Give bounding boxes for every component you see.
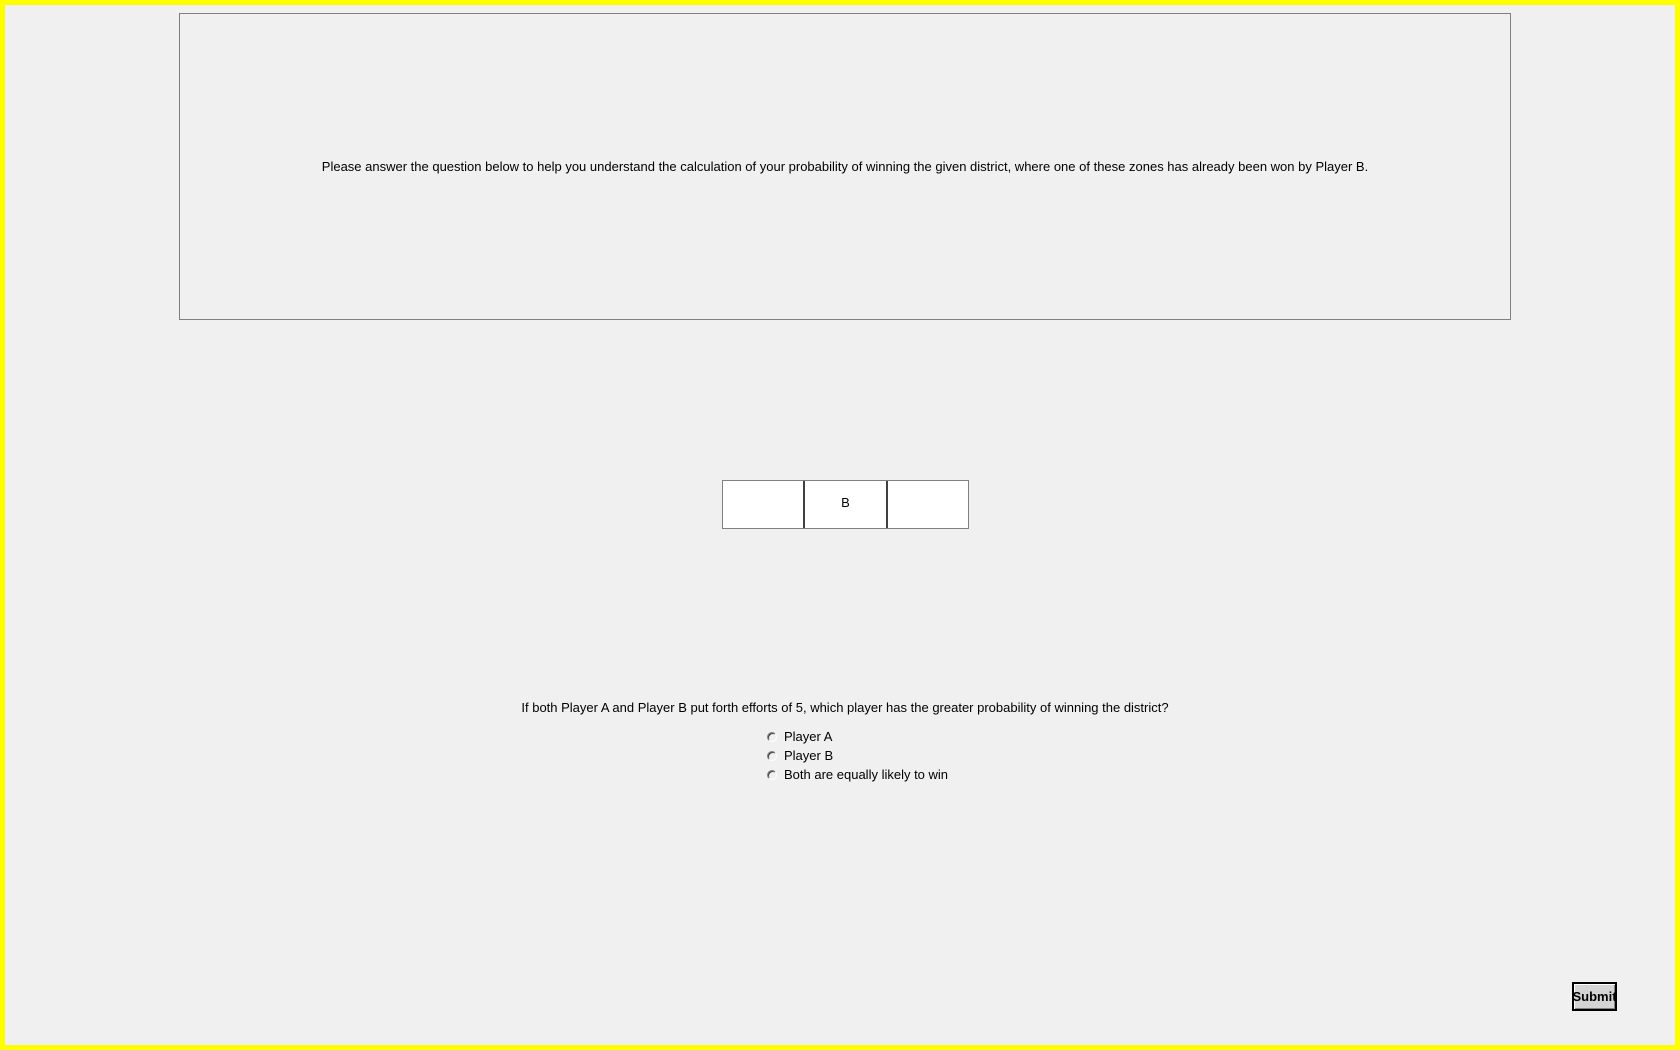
zone-2: B <box>803 481 885 528</box>
option-label: Player B <box>784 748 834 763</box>
question-text: If both Player A and Player B put forth … <box>521 700 1169 715</box>
option-label: Player A <box>784 729 833 744</box>
zone-1 <box>723 481 803 528</box>
option-equal[interactable]: Both are equally likely to win <box>767 765 948 784</box>
app-frame: Please answer the question below to help… <box>0 0 1680 1050</box>
radio-button[interactable] <box>767 769 777 780</box>
district-zones: B <box>722 480 969 529</box>
option-player-a[interactable]: Player A <box>767 727 948 746</box>
submit-button[interactable]: Submit <box>1572 982 1617 1011</box>
radio-button[interactable] <box>767 750 777 761</box>
instruction-panel: Please answer the question below to help… <box>179 13 1511 320</box>
instruction-text: Please answer the question below to help… <box>321 159 1369 174</box>
answer-options: Player A Player B Both are equally likel… <box>767 727 948 784</box>
option-player-b[interactable]: Player B <box>767 746 948 765</box>
option-label: Both are equally likely to win <box>784 767 949 782</box>
radio-button[interactable] <box>767 731 777 742</box>
zone-3 <box>885 481 968 528</box>
